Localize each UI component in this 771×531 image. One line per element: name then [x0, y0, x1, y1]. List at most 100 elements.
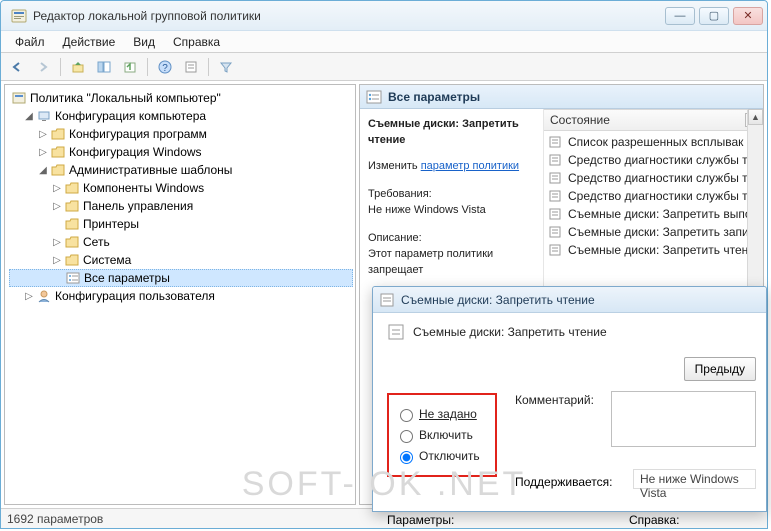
- toolbar: ?: [1, 53, 767, 81]
- toolbar-export-icon[interactable]: [118, 55, 142, 79]
- policy-item-icon: [548, 189, 564, 203]
- settings-header-label: Все параметры: [388, 90, 480, 104]
- expand-icon[interactable]: ▷: [23, 291, 35, 302]
- folder-icon: [50, 126, 66, 142]
- nav-back-button[interactable]: [5, 55, 29, 79]
- folder-icon: [64, 252, 80, 268]
- dialog-setting-name: Съемные диски: Запретить чтение: [413, 325, 607, 339]
- list-item[interactable]: Съемные диски: Запретить запи: [544, 223, 763, 241]
- radio-input[interactable]: [400, 430, 413, 443]
- tree-admin-templates[interactable]: ◢ Административные шаблоны: [9, 161, 353, 179]
- menu-bar: Файл Действие Вид Справка: [1, 31, 767, 53]
- description-text: Этот параметр политики запрещает: [368, 247, 535, 279]
- expand-icon[interactable]: ▷: [51, 255, 63, 266]
- menu-help[interactable]: Справка: [165, 33, 228, 51]
- tree-control-panel[interactable]: ▷ Панель управления: [9, 197, 353, 215]
- settings-rows: Список разрешенных всплывак Средство диа…: [544, 131, 763, 261]
- tree-windows-config[interactable]: ▷ Конфигурация Windows: [9, 143, 353, 161]
- toolbar-properties-icon[interactable]: [179, 55, 203, 79]
- help-label: Справка:: [629, 513, 679, 527]
- tree-label: Система: [83, 253, 131, 267]
- title-bar: Редактор локальной групповой политики — …: [1, 1, 767, 31]
- tree-computer-config[interactable]: ◢ Конфигурация компьютера: [9, 107, 353, 125]
- policy-item-icon: [379, 292, 395, 308]
- maximize-button[interactable]: ▢: [699, 7, 729, 25]
- policy-item-icon: [548, 153, 564, 167]
- comment-textarea[interactable]: [611, 391, 756, 447]
- list-item[interactable]: Средство диагностики службы т: [544, 187, 763, 205]
- radio-group: Не задано Включить Отключить: [387, 393, 497, 477]
- supported-value: Не ниже Windows Vista: [633, 469, 756, 489]
- collapse-icon[interactable]: ◢: [23, 111, 35, 122]
- expand-icon[interactable]: ▷: [37, 129, 49, 140]
- expand-icon[interactable]: ▷: [37, 147, 49, 158]
- edit-policy-link[interactable]: параметр политики: [421, 160, 519, 172]
- app-icon: [11, 8, 27, 24]
- tree-label: Компоненты Windows: [83, 181, 204, 195]
- list-item[interactable]: Средство диагностики службы т: [544, 151, 763, 169]
- radio-disable[interactable]: Отключить: [395, 448, 489, 464]
- toolbar-help-icon[interactable]: ?: [153, 55, 177, 79]
- tree-label: Панель управления: [83, 199, 193, 213]
- list-item[interactable]: Средство диагностики службы т: [544, 169, 763, 187]
- folder-icon: [50, 144, 66, 160]
- edit-label: Изменить: [368, 160, 418, 172]
- tree-label: Принтеры: [83, 217, 139, 231]
- tree-label: Конфигурация программ: [69, 127, 207, 141]
- expand-icon[interactable]: ▷: [51, 183, 63, 194]
- tree-label: Сеть: [83, 235, 110, 249]
- close-button[interactable]: ✕: [733, 7, 763, 25]
- column-state-header[interactable]: Состояние ▾: [544, 109, 763, 131]
- list-item[interactable]: Съемные диски: Запретить выпо: [544, 205, 763, 223]
- previous-button[interactable]: Предыду: [684, 357, 756, 381]
- policy-item-icon: [548, 225, 564, 239]
- radio-enable[interactable]: Включить: [395, 427, 489, 443]
- toolbar-up-icon[interactable]: [66, 55, 90, 79]
- supported-label: Поддерживается:: [515, 475, 613, 489]
- toolbar-show-hide-tree-icon[interactable]: [92, 55, 116, 79]
- tree-user-config[interactable]: ▷ Конфигурация пользователя: [9, 287, 353, 305]
- dialog-title: Съемные диски: Запретить чтение: [401, 293, 595, 307]
- tree-programs-config[interactable]: ▷ Конфигурация программ: [9, 125, 353, 143]
- policy-item-icon: [548, 135, 564, 149]
- policy-item-icon: [387, 323, 405, 341]
- radio-input[interactable]: [400, 409, 413, 422]
- tree-system[interactable]: ▷ Система: [9, 251, 353, 269]
- svg-text:?: ?: [162, 63, 168, 74]
- tree-label: Политика "Локальный компьютер": [30, 91, 221, 105]
- setting-name: Съемные диски: Запретить чтение: [368, 117, 535, 149]
- folder-icon: [50, 162, 66, 178]
- list-item[interactable]: Список разрешенных всплывак: [544, 133, 763, 151]
- tree-label: Конфигурация пользователя: [55, 289, 215, 303]
- column-label: Состояние: [550, 113, 610, 127]
- tree-all-settings[interactable]: Все параметры: [9, 269, 353, 287]
- policy-item-icon: [548, 207, 564, 221]
- menu-file[interactable]: Файл: [7, 33, 53, 51]
- requirements-value: Не ниже Windows Vista: [368, 203, 535, 219]
- description-label: Описание:: [368, 231, 535, 247]
- tree-network[interactable]: ▷ Сеть: [9, 233, 353, 251]
- tree-label: Административные шаблоны: [69, 163, 232, 177]
- nav-forward-button[interactable]: [31, 55, 55, 79]
- minimize-button[interactable]: —: [665, 7, 695, 25]
- tree-windows-components[interactable]: ▷ Компоненты Windows: [9, 179, 353, 197]
- dialog-title-bar: Съемные диски: Запретить чтение: [373, 287, 766, 313]
- menu-action[interactable]: Действие: [55, 33, 124, 51]
- scroll-up-icon[interactable]: ▲: [748, 109, 763, 125]
- policy-item-icon: [548, 243, 564, 257]
- tree-root[interactable]: Политика "Локальный компьютер": [9, 89, 353, 107]
- policy-item-icon: [548, 171, 564, 185]
- tree-label: Конфигурация Windows: [69, 145, 202, 159]
- policy-dialog: Съемные диски: Запретить чтение Съемные …: [372, 286, 767, 512]
- radio-input[interactable]: [400, 451, 413, 464]
- computer-icon: [36, 108, 52, 124]
- expand-icon[interactable]: ▷: [51, 201, 63, 212]
- toolbar-filter-icon[interactable]: [214, 55, 238, 79]
- collapse-icon[interactable]: ◢: [37, 165, 49, 176]
- params-label: Параметры:: [387, 513, 454, 527]
- radio-not-configured[interactable]: Не задано: [395, 406, 489, 422]
- list-item[interactable]: Съемные диски: Запретить чтен: [544, 241, 763, 259]
- menu-view[interactable]: Вид: [125, 33, 163, 51]
- expand-icon[interactable]: ▷: [51, 237, 63, 248]
- tree-printers[interactable]: Принтеры: [9, 215, 353, 233]
